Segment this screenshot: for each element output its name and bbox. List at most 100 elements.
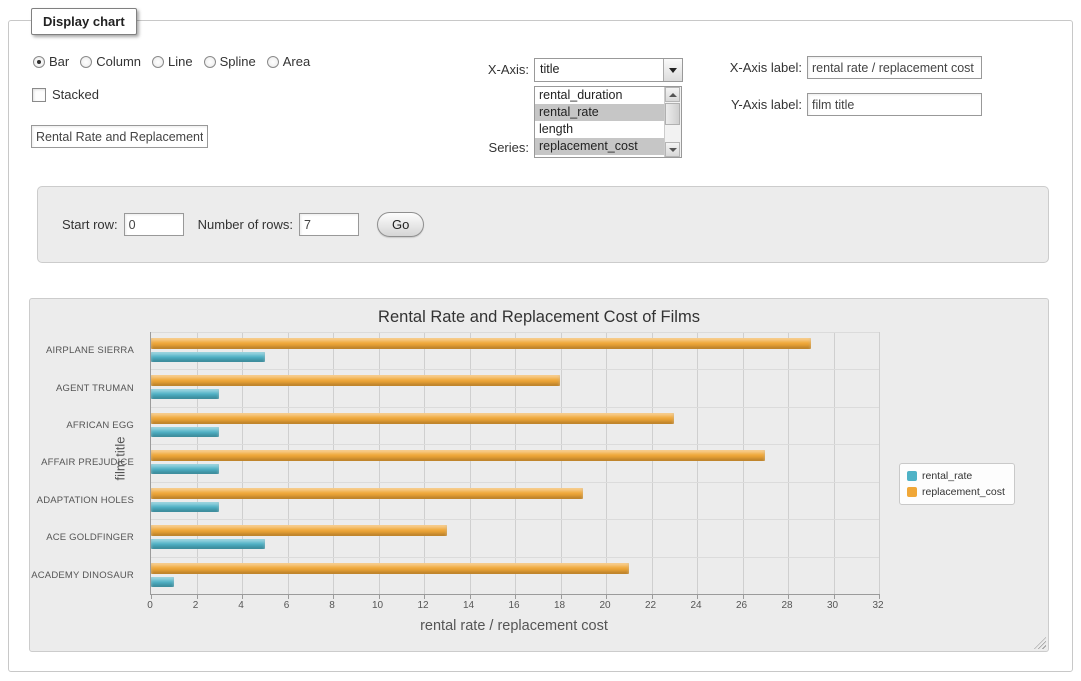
gridline-vertical <box>879 332 880 594</box>
x-tick-label: 18 <box>545 600 575 611</box>
legend-item-replacement_cost[interactable]: replacement_cost <box>907 486 1005 498</box>
x-tick-label: 22 <box>636 600 666 611</box>
radio-label: Line <box>168 54 193 69</box>
start-row-input[interactable] <box>124 213 184 236</box>
radio-icon[interactable] <box>152 56 164 68</box>
category-label: ACADEMY DINOSAUR <box>30 557 142 594</box>
legend-label: rental_rate <box>922 470 972 482</box>
bar-rental_rate[interactable] <box>151 502 219 512</box>
x-tick-label: 2 <box>181 600 211 611</box>
gridline-horizontal <box>151 557 879 558</box>
gridline-vertical <box>333 332 334 594</box>
bar-replacement_cost[interactable] <box>151 338 811 349</box>
gridline-horizontal <box>151 482 879 483</box>
bar-replacement_cost[interactable] <box>151 413 674 424</box>
x-tick-mark <box>151 594 152 599</box>
radio-icon[interactable] <box>267 56 279 68</box>
page: Display chart Bar Column Line Spline Area St… <box>0 0 1081 681</box>
radio-label: Spline <box>220 54 256 69</box>
fieldset-legend: Display chart <box>31 8 137 35</box>
chart-title-input[interactable] <box>31 125 208 148</box>
gridline-vertical <box>197 332 198 594</box>
row-controls-panel: Start row: Number of rows: Go <box>37 186 1049 263</box>
resize-handle-icon[interactable] <box>1034 637 1046 649</box>
x-tick-mark <box>743 594 744 599</box>
scroll-down-button[interactable] <box>665 142 680 157</box>
chart-type-radio-group: Bar Column Line Spline Area <box>33 54 310 69</box>
radio-icon[interactable] <box>33 56 45 68</box>
triangle-down-icon <box>669 148 677 152</box>
y-axis-label-input[interactable] <box>807 93 982 116</box>
category-label: ACE GOLDFINGER <box>30 519 142 556</box>
bar-rental_rate[interactable] <box>151 464 219 474</box>
radio-icon[interactable] <box>204 56 216 68</box>
x-tick-label: 12 <box>408 600 438 611</box>
series-option-length[interactable]: length <box>535 121 664 138</box>
x-tick-mark <box>470 594 471 599</box>
x-axis-label-input[interactable] <box>807 56 982 79</box>
bar-rental_rate[interactable] <box>151 352 265 362</box>
gridline-vertical <box>288 332 289 594</box>
category-label: AFFAIR PREJUDICE <box>30 444 142 481</box>
chart-type-radio-area[interactable]: Area <box>267 54 310 69</box>
gridline-horizontal <box>151 444 879 445</box>
stacked-checkbox[interactable] <box>32 88 46 102</box>
legend-label: replacement_cost <box>922 486 1005 498</box>
gridline-vertical <box>242 332 243 594</box>
bar-rental_rate[interactable] <box>151 389 219 399</box>
gridline-vertical <box>834 332 835 594</box>
x-tick-mark <box>288 594 289 599</box>
chart-type-radio-line[interactable]: Line <box>152 54 193 69</box>
gridline-vertical <box>379 332 380 594</box>
y-axis-label-field-label: Y-Axis label: <box>634 97 802 112</box>
x-tick-label: 30 <box>818 600 848 611</box>
legend-item-rental_rate[interactable]: rental_rate <box>907 470 1005 482</box>
gridline-horizontal <box>151 369 879 370</box>
x-tick-mark <box>197 594 198 599</box>
category-label: AFRICAN EGG <box>30 407 142 444</box>
x-tick-label: 14 <box>454 600 484 611</box>
radio-icon[interactable] <box>80 56 92 68</box>
x-tick-mark <box>879 594 880 599</box>
triangle-up-icon <box>669 93 677 97</box>
number-of-rows-input[interactable] <box>299 213 359 236</box>
bar-replacement_cost[interactable] <box>151 375 560 386</box>
gridline-vertical <box>606 332 607 594</box>
x-tick-label: 28 <box>772 600 802 611</box>
x-tick-mark <box>697 594 698 599</box>
radio-label: Column <box>96 54 141 69</box>
stacked-option[interactable]: Stacked <box>32 87 99 102</box>
bar-replacement_cost[interactable] <box>151 450 765 461</box>
bar-rental_rate[interactable] <box>151 539 265 549</box>
gridline-vertical <box>470 332 471 594</box>
chart-type-radio-spline[interactable]: Spline <box>204 54 256 69</box>
chart-type-radio-column[interactable]: Column <box>80 54 141 69</box>
gridline-vertical <box>561 332 562 594</box>
x-axis-tick-labels: 02468101214161820222426283032 <box>150 600 879 614</box>
go-button[interactable]: Go <box>377 212 424 237</box>
x-axis-title: rental rate / replacement cost <box>150 618 878 634</box>
legend-swatch-icon <box>907 487 917 497</box>
gridline-vertical <box>424 332 425 594</box>
chart-type-radio-bar[interactable]: Bar <box>33 54 69 69</box>
bar-replacement_cost[interactable] <box>151 563 629 574</box>
number-of-rows-label: Number of rows: <box>198 217 293 232</box>
start-row-label: Start row: <box>62 217 118 232</box>
gridline-vertical <box>652 332 653 594</box>
x-tick-mark <box>788 594 789 599</box>
series-option-replacement_cost[interactable]: replacement_cost <box>535 138 664 155</box>
stacked-label: Stacked <box>52 87 99 102</box>
bar-replacement_cost[interactable] <box>151 488 583 499</box>
legend-swatch-icon <box>907 471 917 481</box>
x-tick-label: 26 <box>727 600 757 611</box>
x-tick-label: 4 <box>226 600 256 611</box>
bar-rental_rate[interactable] <box>151 427 219 437</box>
category-label: ADAPTATION HOLES <box>30 482 142 519</box>
bar-rental_rate[interactable] <box>151 577 174 587</box>
chart-panel: Rental Rate and Replacement Cost of Film… <box>29 298 1049 652</box>
x-tick-label: 16 <box>499 600 529 611</box>
bar-replacement_cost[interactable] <box>151 525 447 536</box>
x-tick-label: 8 <box>317 600 347 611</box>
x-axis-label-field-label: X-Axis label: <box>634 60 802 75</box>
x-tick-label: 24 <box>681 600 711 611</box>
